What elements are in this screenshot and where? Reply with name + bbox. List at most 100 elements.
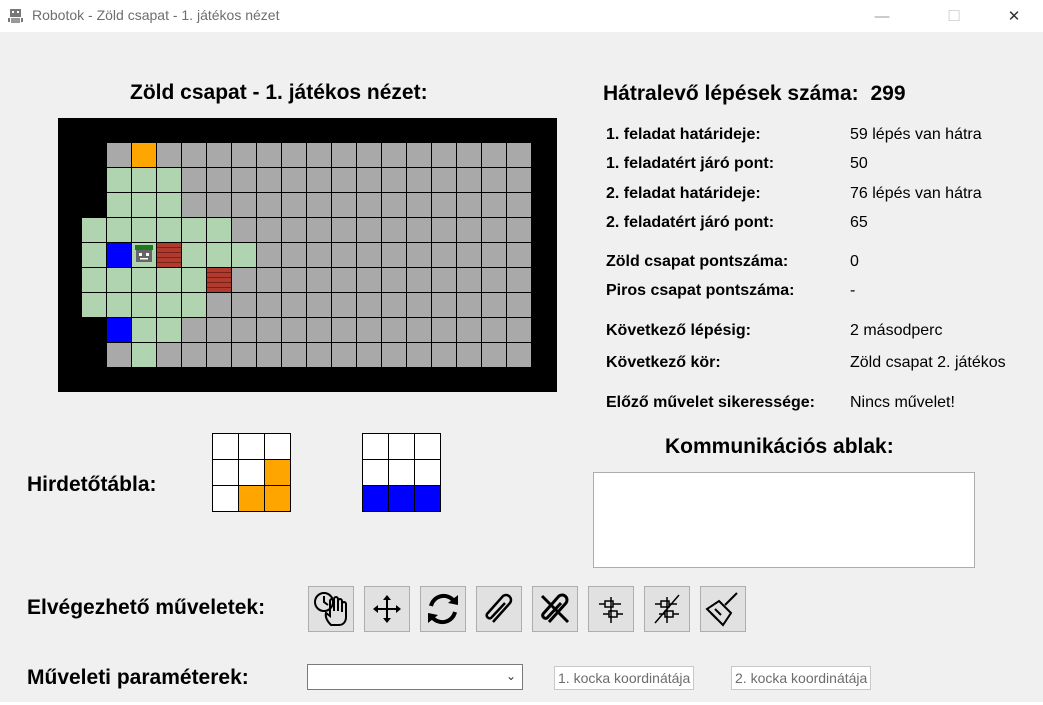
unknown-cell [457, 218, 481, 242]
unknown-cell [307, 268, 331, 292]
detach-button[interactable] [532, 586, 578, 632]
unknown-cell [407, 318, 431, 342]
obstacle-cell [157, 243, 181, 267]
unknown-cell [382, 318, 406, 342]
billboard-cell [363, 486, 388, 511]
billboard-cell [389, 486, 414, 511]
wait-button[interactable] [308, 586, 354, 632]
unknown-cell [432, 193, 456, 217]
info-label: 1. feladat határideje: [606, 126, 761, 143]
unknown-cell [357, 143, 381, 167]
unknown-cell [257, 193, 281, 217]
unknown-cell [482, 293, 506, 317]
disconnect-cubes-button[interactable] [644, 586, 690, 632]
rotate-button[interactable] [420, 586, 466, 632]
clean-button[interactable] [700, 586, 746, 632]
billboard-label: Hirdetőtábla: [27, 473, 157, 496]
unknown-cell [282, 193, 306, 217]
billboard-grid-2 [362, 433, 441, 512]
unknown-cell [432, 268, 456, 292]
billboard-cell [265, 434, 290, 459]
unknown-cell [157, 143, 181, 167]
unknown-cell [407, 193, 431, 217]
unknown-cell [432, 243, 456, 267]
unknown-cell [382, 268, 406, 292]
move-button[interactable] [364, 586, 410, 632]
unknown-cell [332, 143, 356, 167]
connect-cubes-button[interactable] [588, 586, 634, 632]
unknown-cell [282, 243, 306, 267]
unknown-cell [307, 343, 331, 367]
unknown-cell [282, 318, 306, 342]
minimize-button[interactable]: — [859, 0, 905, 32]
unknown-cell [332, 168, 356, 192]
info-label: 1. feladatért járó pont: [606, 155, 775, 172]
visible-cell [107, 218, 131, 242]
unknown-cell [182, 168, 206, 192]
robot-cell [132, 243, 156, 267]
remaining-steps-label: Hátralevő lépések száma: [603, 82, 859, 105]
attach-button[interactable] [476, 586, 522, 632]
visible-cell [157, 168, 181, 192]
visible-cell [82, 218, 106, 242]
unknown-cell [257, 218, 281, 242]
unknown-cell [507, 218, 531, 242]
param-select[interactable]: ⌄ [307, 664, 523, 690]
unknown-cell [407, 343, 431, 367]
unknown-cell [357, 168, 381, 192]
unknown-cell [507, 268, 531, 292]
unknown-cell [382, 293, 406, 317]
maximize-button[interactable]: ☐ [931, 0, 977, 32]
visible-cell [157, 293, 181, 317]
rotate-icon [428, 593, 458, 625]
unknown-cell [407, 293, 431, 317]
unknown-cell [207, 143, 231, 167]
unknown-cell [407, 243, 431, 267]
coord1-input[interactable]: 1. kocka koordinátája [554, 666, 695, 690]
blue-cube-cell [107, 318, 131, 342]
maximize-icon: ☐ [947, 8, 961, 25]
billboard-cell [239, 486, 264, 511]
unknown-cell [257, 293, 281, 317]
visible-cell [132, 268, 156, 292]
unknown-cell [307, 143, 331, 167]
close-button[interactable]: ✕ [991, 0, 1037, 32]
billboard-cell [213, 434, 238, 459]
unknown-cell [382, 218, 406, 242]
connect-cubes-icon [599, 597, 623, 623]
visible-cell [107, 293, 131, 317]
unknown-cell [257, 343, 281, 367]
billboard-cell [213, 460, 238, 485]
unknown-cell [332, 193, 356, 217]
unknown-cell [507, 293, 531, 317]
unknown-cell [232, 143, 256, 167]
info-value: Zöld csapat 2. játékos [850, 354, 1006, 371]
unknown-cell [182, 143, 206, 167]
info-label: Zöld csapat pontszáma: [606, 253, 789, 270]
orange-cube-cell [132, 143, 156, 167]
unknown-cell [257, 318, 281, 342]
coord2-input[interactable]: 2. kocka koordinátája [731, 666, 872, 690]
unknown-cell [182, 318, 206, 342]
unknown-cell [382, 143, 406, 167]
visible-cell [132, 168, 156, 192]
disconnect-cubes-icon [654, 594, 680, 624]
unknown-cell [507, 243, 531, 267]
info-value: 59 lépés van hátra [850, 126, 982, 143]
unknown-cell [432, 293, 456, 317]
billboard-cell [415, 486, 440, 511]
unknown-cell [357, 318, 381, 342]
unknown-cell [407, 218, 431, 242]
unknown-cell [457, 168, 481, 192]
visible-cell [82, 243, 106, 267]
unknown-cell [232, 168, 256, 192]
unknown-cell [382, 193, 406, 217]
minimize-icon: — [874, 7, 890, 25]
info-label: 2. feladatért járó pont: [606, 214, 775, 231]
visible-cell [82, 268, 106, 292]
visible-cell [157, 268, 181, 292]
comm-textarea[interactable] [593, 472, 975, 568]
info-label: Piros csapat pontszáma: [606, 282, 795, 299]
unknown-cell [482, 318, 506, 342]
unknown-cell [457, 143, 481, 167]
